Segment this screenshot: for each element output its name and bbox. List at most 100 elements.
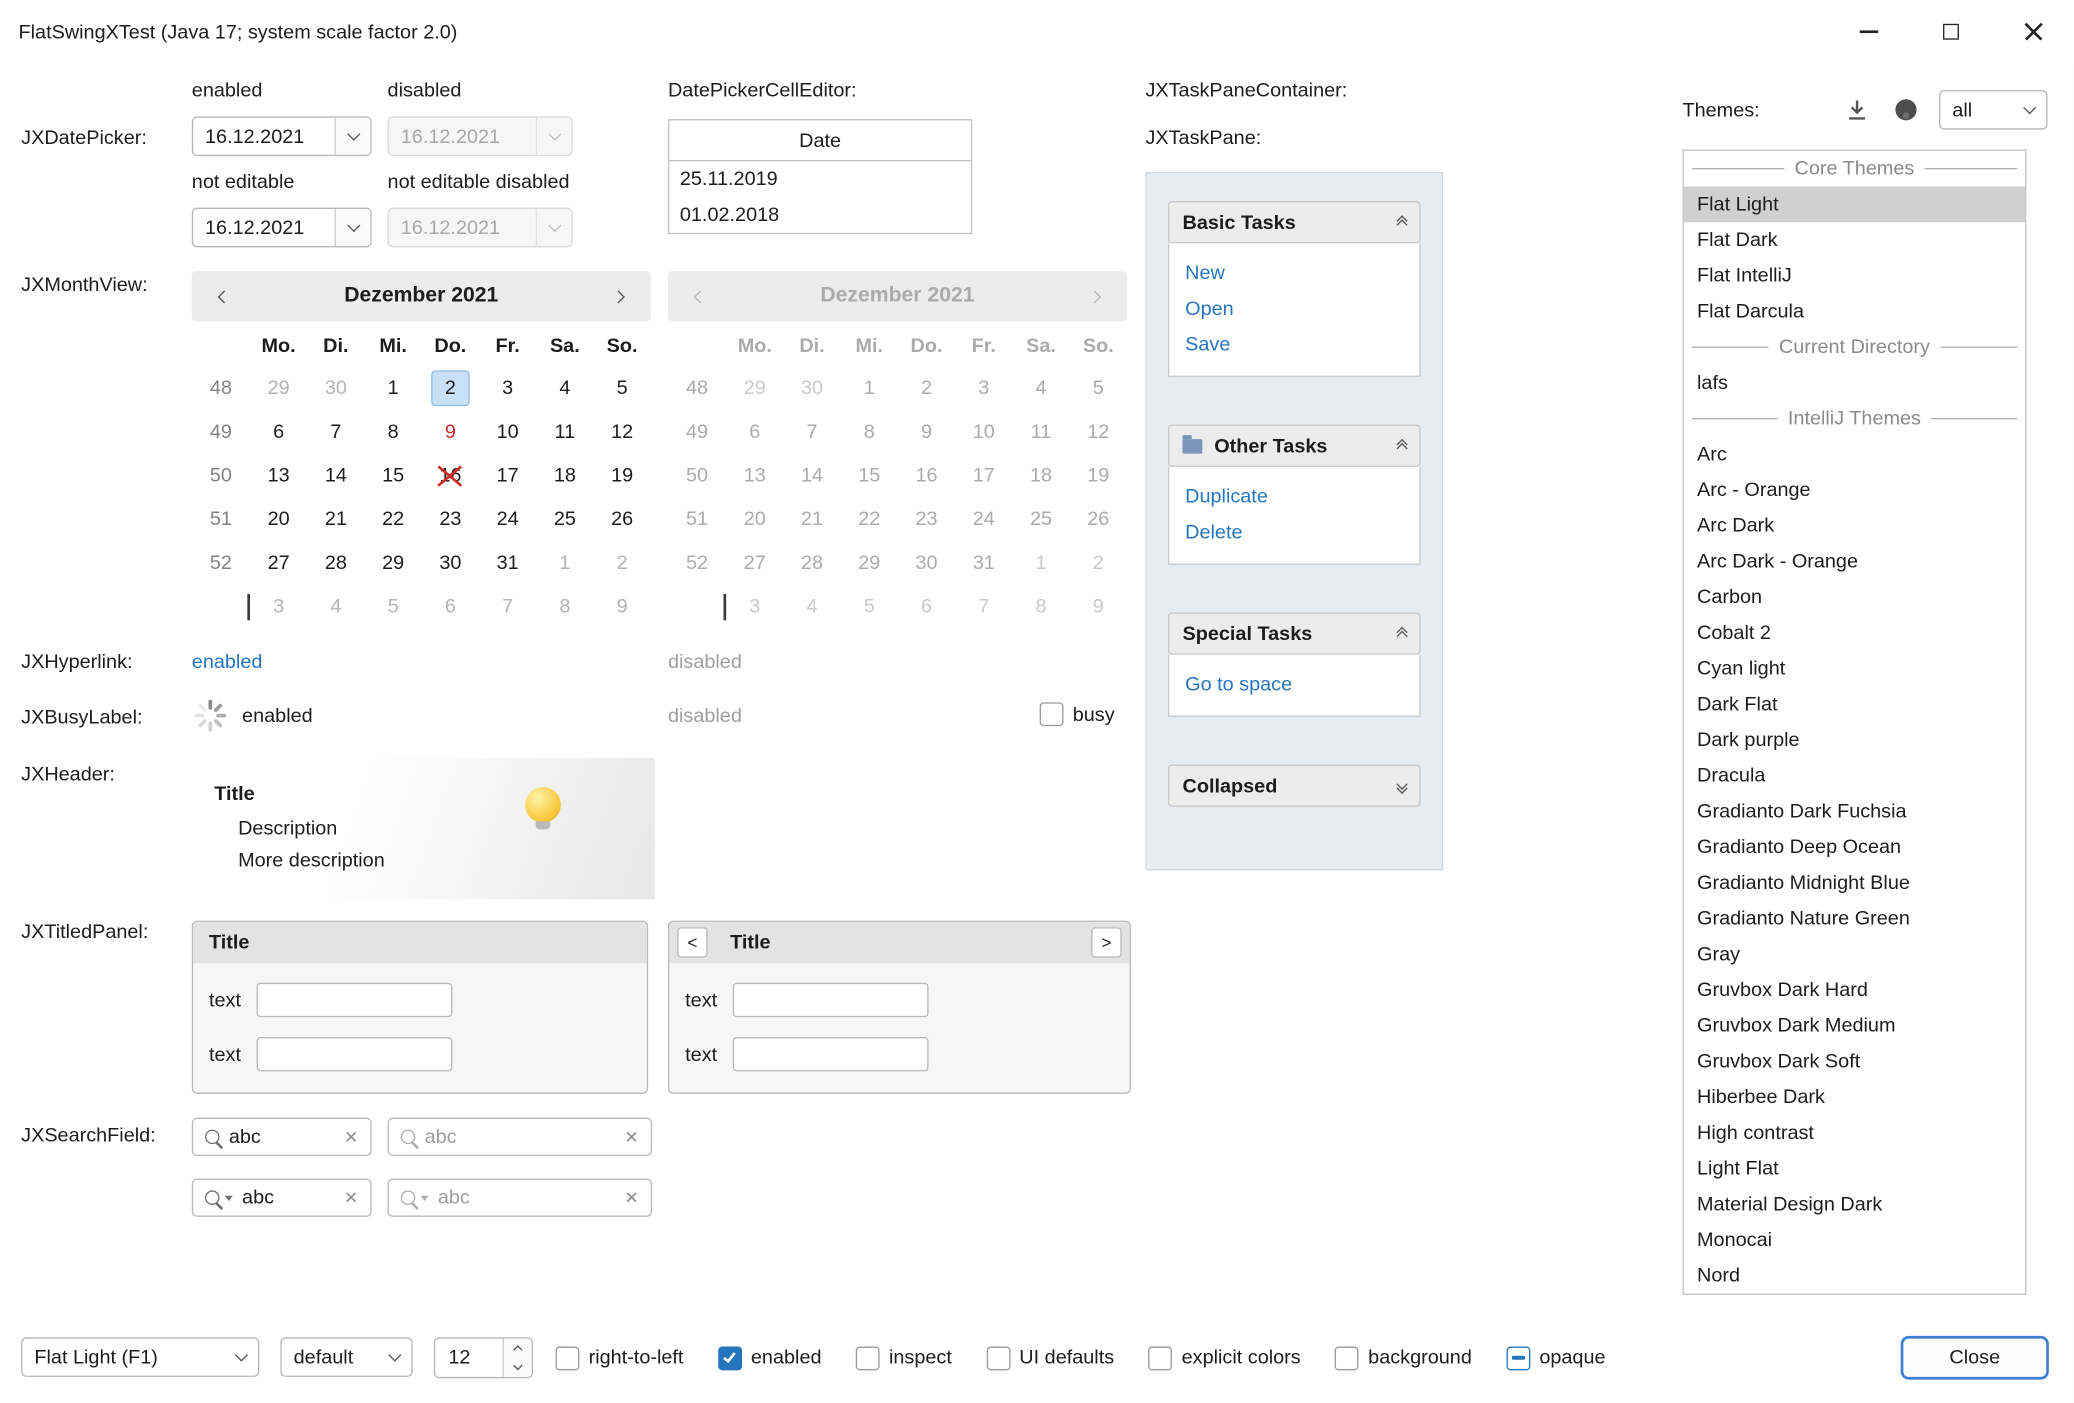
clear-icon[interactable]: ✕ <box>344 1187 358 1208</box>
day-cell[interactable]: 19 <box>593 460 650 492</box>
datepicker-dropdown-button[interactable] <box>335 118 371 155</box>
clear-icon[interactable]: ✕ <box>624 1187 638 1208</box>
github-button[interactable] <box>1890 94 1922 126</box>
theme-list-item[interactable]: Dark purple <box>1684 722 2025 758</box>
datepicker-enabled[interactable]: 16.12.2021 <box>192 116 372 156</box>
checkbox-inspect[interactable]: inspect <box>856 1346 952 1370</box>
day-cell[interactable]: 1 <box>364 372 421 404</box>
day-cell[interactable]: 20 <box>250 503 307 535</box>
theme-list-item[interactable]: Arc Dark - Orange <box>1684 544 2025 580</box>
search-input[interactable]: abc <box>229 1126 335 1148</box>
day-cell[interactable]: 5 <box>593 372 650 404</box>
day-cell[interactable]: 6 <box>422 591 479 623</box>
theme-list-item[interactable]: High contrast <box>1684 1115 2025 1151</box>
clear-icon[interactable]: ✕ <box>344 1126 358 1147</box>
day-cell[interactable]: 7 <box>479 591 536 623</box>
panel-nav-right-button[interactable]: > <box>1091 927 1121 957</box>
day-cell[interactable]: 14 <box>307 460 364 492</box>
prev-month-button[interactable] <box>210 292 236 301</box>
day-cell[interactable]: 25 <box>536 503 593 535</box>
day-cell[interactable]: 30 <box>422 547 479 579</box>
download-themes-button[interactable] <box>1841 94 1873 126</box>
theme-list-item[interactable]: Gradianto Dark Fuchsia <box>1684 794 2025 830</box>
text-input[interactable] <box>257 1037 453 1071</box>
theme-list-item[interactable]: Arc - Orange <box>1684 472 2025 508</box>
search-input[interactable]: abc <box>438 1186 615 1208</box>
theme-list-item[interactable]: Light Flat <box>1684 1151 2025 1187</box>
day-cell[interactable]: 21 <box>307 503 364 535</box>
crossed-out-day[interactable]: 16 <box>422 460 479 492</box>
theme-list-item[interactable]: Flat Darcula <box>1684 294 2025 330</box>
theme-list-item[interactable]: Cobalt 2 <box>1684 615 2025 651</box>
spinner-up-button[interactable] <box>504 1339 532 1358</box>
spinner-down-button[interactable] <box>504 1358 532 1377</box>
day-cell[interactable]: 4 <box>307 591 364 623</box>
checkbox-ui-defaults[interactable]: UI defaults <box>986 1346 1114 1370</box>
day-cell[interactable]: 11 <box>536 416 593 448</box>
day-cell[interactable]: 7 <box>307 416 364 448</box>
theme-list-item[interactable]: Carbon <box>1684 579 2025 615</box>
day-cell[interactable]: 29 <box>250 372 307 404</box>
day-cell[interactable]: 29 <box>364 547 421 579</box>
taskpane-title[interactable]: Special Tasks <box>1168 612 1421 654</box>
datepicker-dropdown-button[interactable] <box>335 209 371 246</box>
close-button[interactable]: Close <box>1901 1336 2049 1380</box>
search-input[interactable]: abc <box>425 1126 616 1148</box>
font-combo[interactable]: default <box>280 1337 412 1377</box>
day-cell[interactable]: 5 <box>364 591 421 623</box>
day-cell[interactable]: 26 <box>593 503 650 535</box>
day-cell[interactable]: 15 <box>364 460 421 492</box>
day-cell[interactable]: 3 <box>250 591 307 623</box>
text-input[interactable] <box>257 983 453 1017</box>
day-cell[interactable]: 28 <box>307 547 364 579</box>
day-cell[interactable]: 6 <box>250 416 307 448</box>
close-window-button[interactable] <box>1992 0 2074 63</box>
search-field-4[interactable]: abc ✕ <box>388 1179 653 1217</box>
day-cell[interactable]: 31 <box>479 547 536 579</box>
theme-list-item[interactable]: Gruvbox Dark Soft <box>1684 1044 2025 1080</box>
day-cell[interactable]: 22 <box>364 503 421 535</box>
text-input[interactable] <box>733 1037 929 1071</box>
checkbox-background[interactable]: background <box>1335 1346 1472 1370</box>
theme-list-item[interactable]: Gruvbox Dark Medium <box>1684 1008 2025 1044</box>
day-cell[interactable]: 23 <box>422 503 479 535</box>
day-cell[interactable]: 17 <box>479 460 536 492</box>
theme-list-item[interactable]: Gradianto Midnight Blue <box>1684 865 2025 901</box>
taskpane-link[interactable]: New <box>1185 255 1403 291</box>
panel-nav-left-button[interactable]: < <box>677 927 707 957</box>
day-cell[interactable]: 24 <box>479 503 536 535</box>
taskpane-link[interactable]: Open <box>1185 291 1403 327</box>
text-input[interactable] <box>733 983 929 1017</box>
theme-list-item[interactable]: Dark Flat <box>1684 686 2025 722</box>
theme-list-item[interactable]: Flat IntelliJ <box>1684 258 2025 294</box>
theme-list-item[interactable]: Gray <box>1684 936 2025 972</box>
search-field-2[interactable]: abc ✕ <box>388 1118 653 1156</box>
checkbox-opaque[interactable]: opaque <box>1506 1346 1605 1370</box>
theme-list-item[interactable]: Gradianto Deep Ocean <box>1684 829 2025 865</box>
day-cell[interactable]: 1 <box>536 547 593 579</box>
day-cell[interactable]: 18 <box>536 460 593 492</box>
day-cell[interactable]: 10 <box>479 416 536 448</box>
theme-list-item[interactable]: Arc Dark <box>1684 508 2025 544</box>
font-size-spinner[interactable]: 12 <box>434 1337 533 1378</box>
taskpane-title[interactable]: Basic Tasks <box>1168 201 1421 243</box>
table-row[interactable]: 01.02.2018 <box>669 197 971 233</box>
day-cell[interactable]: 2 <box>593 547 650 579</box>
table-row[interactable]: 25.11.2019 <box>669 161 971 197</box>
day-cell[interactable]: 27 <box>250 547 307 579</box>
selected-day[interactable]: 2 <box>422 370 479 406</box>
taskpane-link[interactable]: Go to space <box>1185 667 1403 703</box>
clear-icon[interactable]: ✕ <box>624 1126 638 1147</box>
maximize-button[interactable] <box>1910 0 1992 63</box>
checkbox-busy[interactable]: busy <box>1040 702 1115 726</box>
theme-list-item[interactable]: Nord <box>1684 1258 2025 1294</box>
checkbox-explicit-colors[interactable]: explicit colors <box>1149 1346 1301 1370</box>
day-cell[interactable]: 30 <box>307 372 364 404</box>
checkbox-enabled[interactable]: enabled <box>718 1346 822 1370</box>
theme-list-item-selected[interactable]: Flat Light <box>1684 187 2025 223</box>
checkbox-right-to-left[interactable]: right-to-left <box>556 1346 684 1370</box>
flagged-day[interactable]: 9 <box>422 416 479 448</box>
datepicker-not-editable[interactable]: 16.12.2021 <box>192 208 372 248</box>
taskpane-link[interactable]: Duplicate <box>1185 479 1403 515</box>
next-month-button[interactable] <box>606 292 632 301</box>
